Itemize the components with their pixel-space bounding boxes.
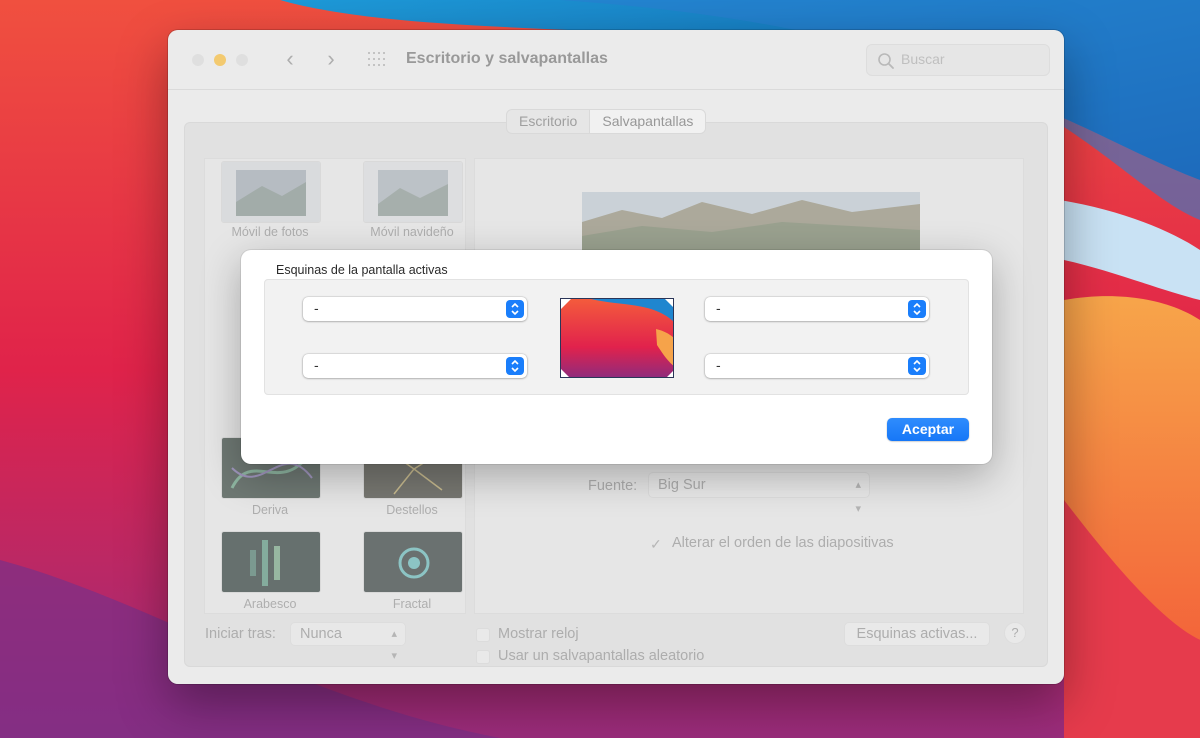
- search-icon: [878, 53, 894, 69]
- screensaver-thumbnail[interactable]: [363, 531, 463, 593]
- source-label: Fuente:: [588, 478, 638, 494]
- hot-corners-sheet: Esquinas de la pantalla activas - - - -: [241, 250, 992, 464]
- forward-chevron-icon[interactable]: ›: [320, 48, 342, 72]
- random-screensaver-checkbox[interactable]: [476, 650, 490, 664]
- window-title: Escritorio y salvapantallas: [406, 50, 608, 67]
- checkmark-icon[interactable]: ✓: [650, 536, 662, 553]
- screensaver-label: Fractal: [392, 597, 432, 611]
- shuffle-label: Alterar el orden de las diapositivas: [672, 535, 894, 551]
- start-after-select[interactable]: Nunca ▴ ▾: [290, 622, 406, 662]
- bottom-left-corner-value: -: [314, 357, 319, 373]
- screensaver-label: Móvil navideño: [370, 225, 454, 239]
- screensaver-label: Arabesco: [243, 597, 297, 611]
- top-right-corner-select[interactable]: -: [705, 297, 929, 321]
- source-value: Big Sur: [658, 477, 706, 493]
- screen-preview-thumbnail: [560, 298, 674, 378]
- title-bar: ‹ › Escritorio y salvapantallas: [168, 30, 1064, 90]
- updown-chevron-icon: [908, 357, 926, 375]
- screensaver-thumbnail[interactable]: [363, 161, 463, 223]
- close-window-button[interactable]: [192, 54, 204, 66]
- show-all-grid-icon[interactable]: [368, 52, 388, 68]
- zoom-window-button[interactable]: [236, 54, 248, 66]
- tab-escritorio[interactable]: Escritorio: [507, 110, 589, 133]
- tab-salvapantallas[interactable]: Salvapantallas: [589, 110, 706, 133]
- updown-chevron-icon: [506, 300, 524, 318]
- help-button[interactable]: ?: [1004, 622, 1026, 644]
- top-right-corner-value: -: [716, 300, 721, 316]
- hot-corners-button[interactable]: Esquinas activas...: [844, 622, 990, 646]
- updown-chevron-icon: ▴ ▾: [855, 479, 861, 515]
- bottom-right-corner-value: -: [716, 357, 721, 373]
- top-left-corner-value: -: [314, 300, 319, 316]
- accept-button[interactable]: Aceptar: [887, 418, 969, 441]
- bottom-left-corner-select[interactable]: -: [303, 354, 527, 378]
- show-clock-label: Mostrar reloj: [498, 626, 579, 642]
- search-input[interactable]: [901, 51, 1041, 67]
- screensaver-thumbnail[interactable]: [221, 531, 321, 593]
- screensaver-label: Móvil de fotos: [231, 225, 309, 239]
- start-after-value: Nunca: [300, 626, 342, 642]
- minimize-window-button[interactable]: [214, 54, 226, 66]
- screensaver-thumbnail[interactable]: [221, 161, 321, 223]
- random-screensaver-label: Usar un salvapantallas aleatorio: [498, 648, 705, 664]
- start-after-label: Iniciar tras:: [205, 626, 276, 642]
- bottom-right-corner-select[interactable]: -: [705, 354, 929, 378]
- updown-chevron-icon: [908, 300, 926, 318]
- show-clock-checkbox[interactable]: [476, 628, 490, 642]
- top-left-corner-select[interactable]: -: [303, 297, 527, 321]
- tab-bar: Escritorio Salvapantallas: [506, 109, 707, 134]
- sheet-title: Esquinas de la pantalla activas: [276, 263, 448, 277]
- source-select[interactable]: Big Sur ▴ ▾: [648, 472, 870, 515]
- updown-chevron-icon: ▴ ▾: [391, 628, 397, 662]
- preview-image: [582, 192, 920, 252]
- updown-chevron-icon: [506, 357, 524, 375]
- screensaver-label: Deriva: [251, 503, 289, 517]
- search-field[interactable]: [866, 44, 1050, 76]
- back-chevron-icon[interactable]: ‹: [279, 48, 301, 72]
- screensaver-label: Destellos: [386, 503, 438, 517]
